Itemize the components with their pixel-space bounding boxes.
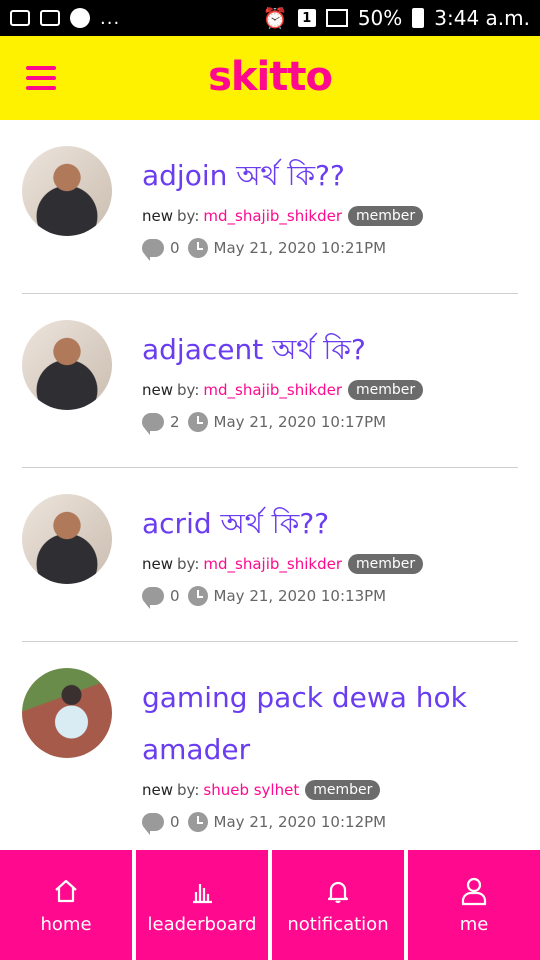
- role-badge: member: [305, 780, 381, 800]
- author-link[interactable]: md_shajib_shikder: [203, 207, 342, 225]
- comment-count: 0: [170, 813, 180, 831]
- by-label: by:: [177, 207, 200, 225]
- messenger-icon: [70, 8, 90, 28]
- post-date: May 21, 2020 10:12PM: [213, 813, 387, 831]
- nav-me[interactable]: me: [408, 850, 540, 960]
- status-bar: ... ⏰ 1 50% 3:44 a.m.: [0, 0, 540, 36]
- nav-home-label: home: [40, 913, 92, 935]
- nav-leaderboard-label: leaderboard: [147, 913, 257, 935]
- comment-icon: [142, 587, 164, 609]
- post-date: May 21, 2020 10:21PM: [213, 239, 387, 257]
- avatar[interactable]: [22, 668, 112, 758]
- nav-me-label: me: [459, 913, 489, 935]
- comment-count: 2: [170, 413, 180, 431]
- app-header: skitto: [0, 36, 540, 120]
- post-date: May 21, 2020 10:13PM: [213, 587, 387, 605]
- comment-count: 0: [170, 587, 180, 605]
- avatar[interactable]: [22, 146, 112, 236]
- by-label: by:: [177, 555, 200, 573]
- comment-icon: [142, 813, 164, 835]
- sim-icon: 1: [297, 9, 316, 27]
- bar-chart-icon: [187, 876, 217, 906]
- author-link[interactable]: shueb sylhet: [203, 781, 299, 799]
- role-badge: member: [348, 380, 424, 400]
- clock-icon: [187, 812, 208, 832]
- post-title[interactable]: adjacent অর্থ কি?: [142, 324, 518, 376]
- post-title[interactable]: adjoin অর্থ কি??: [142, 150, 518, 202]
- post-item[interactable]: gaming pack dewa hok amader new by: shue…: [22, 642, 518, 850]
- avatar[interactable]: [22, 320, 112, 410]
- post-item[interactable]: acrid অর্থ কি?? new by: md_shajib_shikde…: [22, 468, 518, 642]
- more-notifications-icon: ...: [100, 7, 121, 29]
- comment-icon: [142, 239, 164, 261]
- user-icon: [459, 876, 489, 906]
- bottom-nav: home leaderboard notification me: [0, 850, 540, 960]
- comment-count: 0: [170, 239, 180, 257]
- post-item[interactable]: adjacent অর্থ কি? new by: md_shajib_shik…: [22, 294, 518, 468]
- post-feed[interactable]: adjoin অর্থ কি?? new by: md_shajib_shikd…: [0, 120, 540, 850]
- bell-icon: [323, 876, 353, 906]
- nav-leaderboard[interactable]: leaderboard: [136, 850, 268, 960]
- alarm-icon: ⏰: [262, 6, 288, 30]
- by-label: by:: [177, 781, 200, 799]
- post-tag: new: [142, 207, 174, 225]
- role-badge: member: [348, 554, 424, 574]
- role-badge: member: [348, 206, 424, 226]
- author-link[interactable]: md_shajib_shikder: [203, 555, 342, 573]
- screenshot-icon: [10, 10, 30, 26]
- battery-percent: 50%: [357, 6, 403, 30]
- signal-icon: [325, 9, 348, 27]
- clock-icon: [187, 412, 208, 432]
- nav-notification-label: notification: [287, 913, 389, 935]
- clock-icon: [187, 586, 208, 606]
- brand-logo: skitto: [208, 54, 333, 100]
- home-icon: [51, 876, 81, 906]
- post-item[interactable]: adjoin অর্থ কি?? new by: md_shajib_shikd…: [22, 120, 518, 294]
- camera-icon: [40, 10, 60, 26]
- clock-time: 3:44 a.m.: [434, 6, 530, 30]
- post-tag: new: [142, 555, 174, 573]
- clock-icon: [187, 238, 208, 258]
- comment-icon: [142, 413, 164, 435]
- post-tag: new: [142, 781, 174, 799]
- author-link[interactable]: md_shajib_shikder: [203, 381, 342, 399]
- post-date: May 21, 2020 10:17PM: [213, 413, 387, 431]
- nav-notification[interactable]: notification: [272, 850, 404, 960]
- nav-home[interactable]: home: [0, 850, 132, 960]
- post-title[interactable]: acrid অর্থ কি??: [142, 498, 518, 550]
- battery-icon: [412, 8, 425, 28]
- post-title[interactable]: gaming pack dewa hok amader: [142, 672, 518, 776]
- by-label: by:: [177, 381, 200, 399]
- avatar[interactable]: [22, 494, 112, 584]
- post-tag: new: [142, 381, 174, 399]
